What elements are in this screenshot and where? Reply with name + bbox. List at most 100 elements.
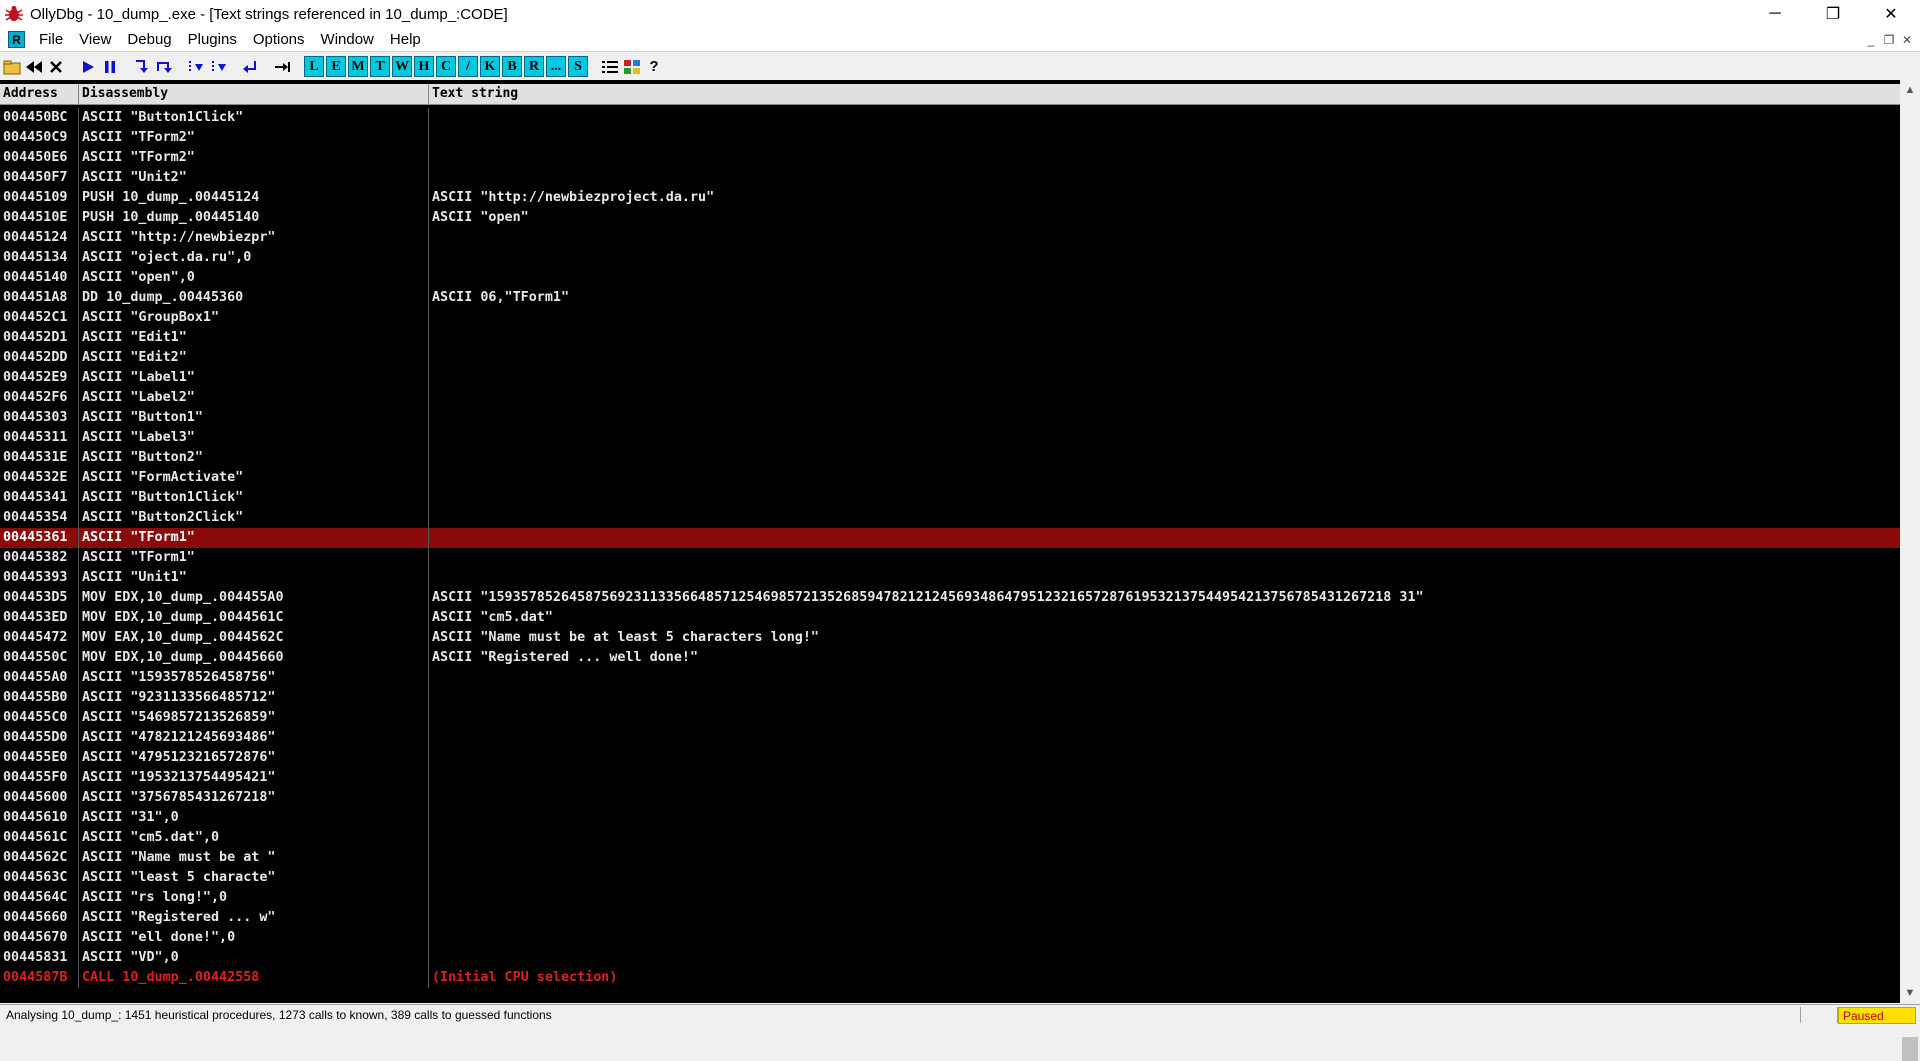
toolbar-s-source-button[interactable]: S <box>568 56 588 77</box>
close-program-icon[interactable] <box>46 56 66 77</box>
menu-help[interactable]: Help <box>382 31 429 48</box>
table-row[interactable]: 004453D5 MOV EDX,10_dump_.004455A0 ASCII "… <box>0 588 1900 608</box>
debugging-options-icon[interactable] <box>600 56 620 77</box>
toolbar-t-threads-button[interactable]: T <box>370 56 390 77</box>
step-into-icon[interactable] <box>132 56 152 77</box>
toolbar-m-memory-button[interactable]: M <box>348 56 368 77</box>
menu-options[interactable]: Options <box>245 31 313 48</box>
table-row[interactable]: 004452F6 ASCII "Label2" <box>0 388 1900 408</box>
table-row[interactable]: 0044563C ASCII "least 5 characte" <box>0 868 1900 888</box>
minimize-button[interactable]: ─ <box>1746 0 1804 28</box>
toolbar-c-cpu-button[interactable]: C <box>436 56 456 77</box>
table-row[interactable]: 004455E0 ASCII "4795123216572876" <box>0 748 1900 768</box>
table-row[interactable]: 00445140 ASCII "open",0 <box>0 268 1900 288</box>
table-row[interactable]: 004450BC ASCII "Button1Click" <box>0 108 1900 128</box>
table-row[interactable]: 004455D0 ASCII "4782121245693486" <box>0 728 1900 748</box>
table-row[interactable]: 004455C0 ASCII "5469857213526859" <box>0 708 1900 728</box>
table-row[interactable]: 00445600 ASCII "3756785431267218" <box>0 788 1900 808</box>
menu-debug[interactable]: Debug <box>119 31 179 48</box>
menu-view[interactable]: View <box>71 31 119 48</box>
table-row[interactable]: 004450C9 ASCII "TForm2" <box>0 128 1900 148</box>
table-row[interactable]: 0044562C ASCII "Name must be at " <box>0 848 1900 868</box>
table-row[interactable]: 00445311 ASCII "Label3" <box>0 428 1900 448</box>
menu-plugins[interactable]: Plugins <box>180 31 245 48</box>
toolbar-slash-patches-button[interactable]: / <box>458 56 478 77</box>
table-row[interactable]: 004455F0 ASCII "1953213754495421" <box>0 768 1900 788</box>
open-file-icon[interactable] <box>2 56 22 77</box>
table-row[interactable]: 004453ED MOV EDX,10_dump_.0044561C ASCII "… <box>0 608 1900 628</box>
table-row[interactable]: 00445472 MOV EAX,10_dump_.0044562C ASCII "… <box>0 628 1900 648</box>
menu-window[interactable]: Window <box>313 31 382 48</box>
table-row[interactable]: 004452C1 ASCII "GroupBox1" <box>0 308 1900 328</box>
table-row[interactable]: 00445109 PUSH 10_dump_.00445124 ASCII "htt… <box>0 188 1900 208</box>
disassembly-cell: ASCII "Button2" <box>79 448 429 468</box>
table-row[interactable]: 004452E9 ASCII "Label1" <box>0 368 1900 388</box>
header-address[interactable]: Address <box>0 84 79 104</box>
menu-file[interactable]: File <box>31 31 71 48</box>
toolbar-w-windows-button[interactable]: W <box>392 56 412 77</box>
scrollbar-thumb[interactable] <box>1902 1037 1918 1061</box>
table-row[interactable]: 00445341 ASCII "Button1Click" <box>0 488 1900 508</box>
toolbar-h-handles-button[interactable]: H <box>414 56 434 77</box>
table-row[interactable]: 0044510E PUSH 10_dump_.00445140 ASCII "ope… <box>0 208 1900 228</box>
vertical-scrollbar[interactable]: ▲ ▼ <box>1900 80 1920 1061</box>
table-row[interactable]: 0044532E ASCII "FormActivate" <box>0 468 1900 488</box>
header-text-string[interactable]: Text string <box>429 84 1900 104</box>
toolbar-b-breakpoints-button[interactable]: B <box>502 56 522 77</box>
close-button[interactable]: ✕ <box>1862 0 1920 28</box>
text-string-cell <box>429 568 1900 588</box>
restore-button[interactable]: ❐ <box>1804 0 1862 28</box>
table-row[interactable]: 004455B0 ASCII "9231133566485712" <box>0 688 1900 708</box>
animate-into-icon[interactable] <box>186 56 206 77</box>
execute-till-return-icon[interactable] <box>240 56 260 77</box>
toolbar-r-references-button[interactable]: R <box>524 56 544 77</box>
header-disassembly[interactable]: Disassembly <box>79 84 429 104</box>
mdi-restore-button[interactable]: ❐ <box>1880 33 1898 47</box>
address-cell: 00445393 <box>0 568 79 588</box>
scroll-up-icon[interactable]: ▲ <box>1900 80 1920 100</box>
table-row[interactable]: 00445134 ASCII "oject.da.ru",0 <box>0 248 1900 268</box>
table-row[interactable]: 004450F7 ASCII "Unit2" <box>0 168 1900 188</box>
table-row[interactable]: 0044550C MOV EDX,10_dump_.00445660 ASCII "… <box>0 648 1900 668</box>
scroll-down-icon[interactable]: ▼ <box>1900 983 1920 1003</box>
animate-over-icon[interactable] <box>208 56 228 77</box>
toolbar-l-log-button[interactable]: L <box>304 56 324 77</box>
toolbar-e-modules-button[interactable]: E <box>326 56 346 77</box>
execute-till-user-code-icon[interactable] <box>272 56 292 77</box>
table-row[interactable]: 0044561C ASCII "cm5.dat",0 <box>0 828 1900 848</box>
address-cell: 0044561C <box>0 828 79 848</box>
toolbar-k-callstack-button[interactable]: K <box>480 56 500 77</box>
table-row[interactable]: 004452DD ASCII "Edit2" <box>0 348 1900 368</box>
table-row[interactable]: 00445393 ASCII "Unit1" <box>0 568 1900 588</box>
appearance-icon[interactable] <box>622 56 642 77</box>
table-row[interactable]: 00445670 ASCII "ell done!",0 <box>0 928 1900 948</box>
mdi-minimize-button[interactable]: _ <box>1862 33 1880 47</box>
table-row[interactable]: 0044587B CALL 10_dump_.00442558 (Initial C… <box>0 968 1900 988</box>
help-icon[interactable]: ? <box>644 56 664 77</box>
table-row[interactable]: 00445361 ASCII "TForm1" <box>0 528 1900 548</box>
table-row[interactable]: 004452D1 ASCII "Edit1" <box>0 328 1900 348</box>
step-over-icon[interactable] <box>154 56 174 77</box>
table-row[interactable]: 00445303 ASCII "Button1" <box>0 408 1900 428</box>
table-row[interactable]: 004450E6 ASCII "TForm2" <box>0 148 1900 168</box>
table-row[interactable]: 0044564C ASCII "rs long!",0 <box>0 888 1900 908</box>
table-row[interactable]: 00445124 ASCII "http://newbiezpr" <box>0 228 1900 248</box>
table-row[interactable]: 0044531E ASCII "Button2" <box>0 448 1900 468</box>
table-row[interactable]: 00445610 ASCII "31",0 <box>0 808 1900 828</box>
toolbar-dots-runtrace-button[interactable]: ... <box>546 56 566 77</box>
mdi-close-button[interactable]: ✕ <box>1898 33 1916 47</box>
text-string-cell <box>429 888 1900 908</box>
table-row[interactable]: 00445660 ASCII "Registered ... w" <box>0 908 1900 928</box>
registers-r-icon[interactable]: R <box>8 31 25 48</box>
text-string-cell <box>429 548 1900 568</box>
table-row[interactable]: 00445382 ASCII "TForm1" <box>0 548 1900 568</box>
restart-icon[interactable] <box>24 56 44 77</box>
run-icon[interactable] <box>78 56 98 77</box>
table-row[interactable]: 00445354 ASCII "Button2Click" <box>0 508 1900 528</box>
table-row[interactable]: 004455A0 ASCII "1593578526458756" <box>0 668 1900 688</box>
pause-icon[interactable] <box>100 56 120 77</box>
disassembly-cell: MOV EDX,10_dump_.00445660 <box>79 648 429 668</box>
table-row[interactable]: 004451A8 DD 10_dump_.00445360 ASCII 06,"TF… <box>0 288 1900 308</box>
table-row[interactable]: 00445831 ASCII "VD",0 <box>0 948 1900 968</box>
text-string-cell <box>429 948 1900 968</box>
